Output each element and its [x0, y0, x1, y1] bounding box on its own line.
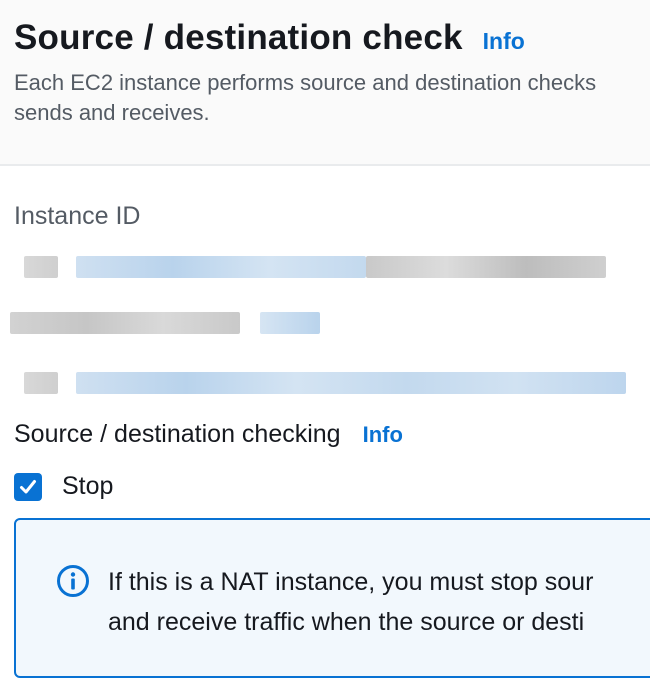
description-line-2: sends and receives. [14, 100, 210, 125]
alert-line-2: and receive traffic when the source or d… [108, 608, 585, 636]
description-line-1: Each EC2 instance performs source and de… [14, 70, 597, 95]
redacted-bar [24, 256, 58, 278]
redacted-bar [366, 256, 606, 278]
instance-id-label: Instance ID [14, 202, 141, 230]
redacted-bar [260, 312, 320, 334]
checkmark-icon [20, 479, 36, 493]
source-dest-checking-label-row: Source / destination checking Info [14, 420, 403, 449]
alert-line-1: If this is a NAT instance, you must stop… [108, 568, 594, 596]
stop-checkbox-row[interactable]: Stop [14, 472, 113, 501]
title-row: Source / destination check Info [14, 18, 525, 58]
redacted-bar [76, 372, 626, 394]
page-description: Each EC2 instance performs source and de… [14, 68, 650, 128]
stop-checkbox-label: Stop [62, 472, 114, 500]
source-dest-info-link[interactable]: Info [363, 422, 403, 448]
info-circle-icon [57, 565, 89, 597]
redacted-bar [10, 312, 240, 334]
redacted-instance-id [10, 236, 630, 412]
stop-checkbox[interactable] [14, 472, 42, 501]
alert-message: If this is a NAT instance, you must stop… [108, 562, 650, 642]
title-info-link[interactable]: Info [483, 28, 525, 55]
nat-info-alert: If this is a NAT instance, you must stop… [14, 518, 650, 678]
page-title: Source / destination check [14, 18, 463, 57]
redacted-bar [76, 256, 366, 278]
source-dest-checking-label: Source / destination checking [14, 420, 341, 448]
redacted-bar [24, 372, 58, 394]
modal-header: Source / destination check Info Each EC2… [0, 0, 650, 166]
